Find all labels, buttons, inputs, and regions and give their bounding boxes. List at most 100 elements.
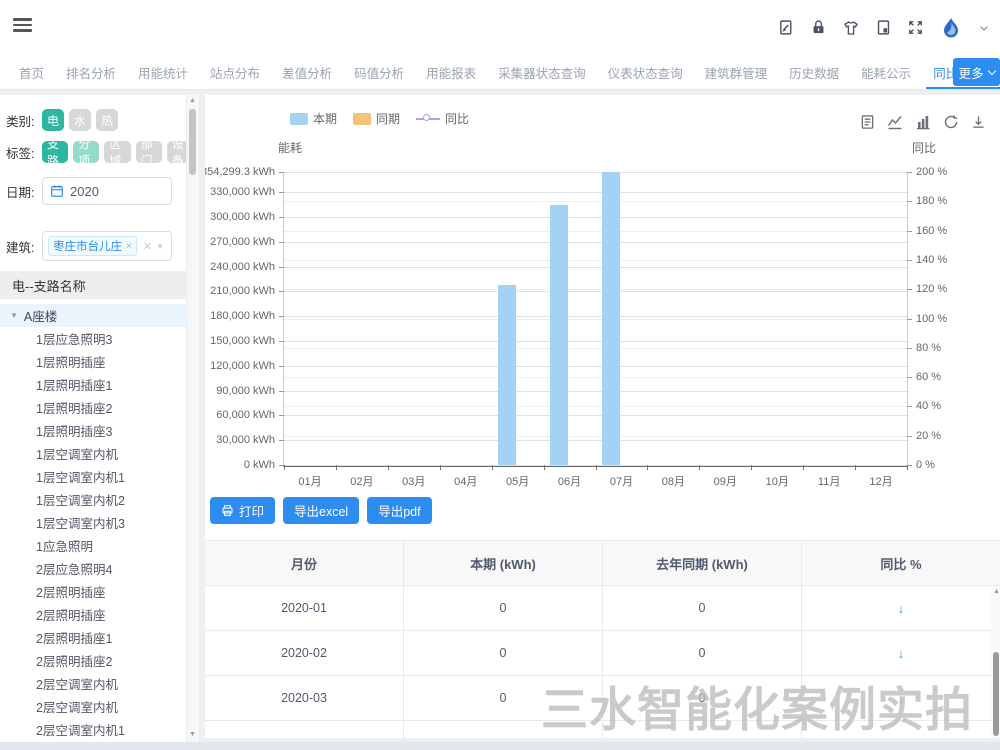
tree-node[interactable]: 1层应急照明3 — [0, 327, 186, 350]
axis-tick — [279, 366, 284, 367]
category-option-button[interactable]: 电 — [42, 109, 64, 131]
tree-node-root[interactable]: ▼A座楼 — [0, 304, 186, 327]
scroll-up-arrow-icon[interactable]: ▲ — [189, 97, 196, 104]
category-row: 类别: 电水热 — [6, 109, 198, 131]
tab-item[interactable]: 用能报表 — [415, 55, 487, 89]
tab-label: 首页 — [19, 63, 44, 82]
tree-node[interactable]: 1层空调室内机3 — [0, 511, 186, 534]
export-excel-button[interactable]: 导出excel — [283, 497, 359, 524]
scroll-up-arrow-icon[interactable]: ▲ — [993, 588, 1000, 595]
table-cell: 2020-04 — [205, 721, 404, 738]
tree-node[interactable]: 2层照明插座2 — [0, 649, 186, 672]
printer-icon — [221, 504, 234, 517]
tab-item[interactable]: 排名分析 — [55, 55, 127, 89]
app-logo[interactable] — [939, 16, 963, 40]
axis-tick — [907, 260, 912, 261]
tab-item[interactable]: 首页 — [8, 55, 55, 89]
left-axis-title: 能耗 — [278, 139, 302, 156]
export-pdf-button[interactable]: 导出pdf — [367, 497, 431, 524]
fullscreen-icon[interactable] — [907, 19, 924, 36]
tab-item[interactable]: 站点分布 — [199, 55, 271, 89]
legend-item[interactable]: 同期 — [353, 110, 400, 127]
tag-option-button[interactable]: 支路 — [42, 141, 68, 163]
tree-node[interactable]: 1层空调室内机 — [0, 442, 186, 465]
table-cell: 0 — [603, 676, 802, 720]
gridline — [284, 260, 907, 261]
line-chart-icon[interactable] — [887, 114, 903, 130]
tab-item[interactable]: 建筑群管理 — [694, 55, 779, 89]
note-icon[interactable] — [778, 19, 795, 36]
tab-item[interactable]: 用能统计 — [127, 55, 199, 89]
select-caret-icon[interactable]: ▼ — [156, 242, 164, 251]
x-axis-label: 04月 — [454, 473, 477, 489]
hamburger-menu-icon[interactable] — [13, 18, 32, 33]
tab-item[interactable]: 差值分析 — [271, 55, 343, 89]
tab-item[interactable]: 采集器状态查询 — [487, 55, 597, 89]
bar-chart-icon[interactable] — [915, 114, 931, 130]
tree-node[interactable]: 1层空调室内机1 — [0, 465, 186, 488]
bar-current-period[interactable] — [498, 285, 516, 465]
export-pdf-label: 导出pdf — [378, 501, 420, 520]
tree-node[interactable]: 2层照明插座1 — [0, 626, 186, 649]
tree-node[interactable]: 1层照明插座2 — [0, 396, 186, 419]
tab-item[interactable]: 能耗公示 — [850, 55, 922, 89]
refresh-icon[interactable] — [943, 114, 959, 130]
table-scrollbar[interactable]: ▲ — [991, 586, 1000, 738]
date-input[interactable]: 2020 — [42, 177, 172, 205]
scrollbar-thumb[interactable] — [189, 109, 196, 175]
right-axis-tick-label: 180 % — [916, 195, 947, 207]
tab-label: 采集器状态查询 — [498, 63, 586, 82]
scrollbar-thumb[interactable] — [993, 652, 999, 736]
gridline — [284, 377, 907, 378]
tree-node[interactable]: 2层照明插座 — [0, 580, 186, 603]
export-excel-label: 导出excel — [294, 501, 348, 520]
tag-option-button[interactable]: 分项 — [73, 141, 99, 163]
gridline — [284, 291, 907, 292]
scroll-down-arrow-icon[interactable]: ▼ — [189, 731, 196, 738]
tree-node[interactable]: 2层空调室内机1 — [0, 718, 186, 741]
tree-node[interactable]: 1层照明插座 — [0, 350, 186, 373]
tree-node[interactable]: 1层空调室内机2 — [0, 488, 186, 511]
more-button[interactable]: 更多 — [953, 58, 1000, 86]
tree-node[interactable]: 1应急照明 — [0, 534, 186, 557]
tag-option-button[interactable]: 部门 — [136, 141, 162, 163]
main-panel: 本期同期同比 能耗 同比 200 %180 %160 %140 %120 %10… — [205, 95, 1000, 738]
tree-node[interactable]: 1层照明插座3 — [0, 419, 186, 442]
left-axis-tick-label: 330,000 kWh — [210, 186, 275, 198]
calendar-icon — [50, 184, 64, 198]
tree-node[interactable]: 2层空调室内机 — [0, 672, 186, 695]
tab-item[interactable]: 历史数据 — [778, 55, 850, 89]
legend-item[interactable]: 同比 — [416, 110, 469, 127]
category-option-button[interactable]: 水 — [69, 109, 91, 131]
select-clear-icon[interactable]: ✕ — [143, 240, 152, 253]
tree-node[interactable]: 2层应急照明4 — [0, 557, 186, 580]
axis-tick — [907, 231, 912, 232]
tag-remove-icon[interactable]: × — [126, 241, 132, 252]
lock-icon[interactable] — [810, 19, 827, 36]
tree-node[interactable]: 2层照明插座 — [0, 603, 186, 626]
column-header: 本期 (kWh) — [404, 541, 603, 585]
legend-item[interactable]: 本期 — [290, 110, 337, 127]
data-view-icon[interactable] — [860, 114, 875, 130]
caret-down-icon[interactable] — [978, 22, 990, 34]
building-select[interactable]: 枣庄市台儿庄 × ✕ ▼ — [42, 231, 172, 261]
tree-node[interactable]: 2层空调室内机 — [0, 695, 186, 718]
action-buttons: 打印 导出excel 导出pdf — [210, 497, 432, 524]
badge-icon[interactable] — [875, 19, 892, 36]
building-selected-tag[interactable]: 枣庄市台儿庄 × — [48, 236, 137, 256]
x-axis-label: 06月 — [558, 473, 581, 489]
print-button[interactable]: 打印 — [210, 497, 275, 524]
sidebar-scrollbar[interactable]: ▲ ▼ — [186, 95, 197, 742]
bar-current-period[interactable] — [602, 172, 620, 465]
tag-option-button[interactable]: 区域 — [104, 141, 130, 163]
tab-item[interactable]: 码值分析 — [343, 55, 415, 89]
theme-shirt-icon[interactable] — [842, 19, 860, 37]
gridline — [284, 406, 907, 407]
tab-item[interactable]: 仪表状态查询 — [597, 55, 694, 89]
category-option-button[interactable]: 热 — [96, 109, 118, 131]
tree-node[interactable]: 1层照明插座1 — [0, 373, 186, 396]
tree-node-label: A座楼 — [24, 306, 57, 325]
right-axis-tick-label: 200 % — [916, 166, 947, 178]
bar-current-period[interactable] — [550, 205, 568, 465]
download-icon[interactable] — [971, 114, 986, 130]
